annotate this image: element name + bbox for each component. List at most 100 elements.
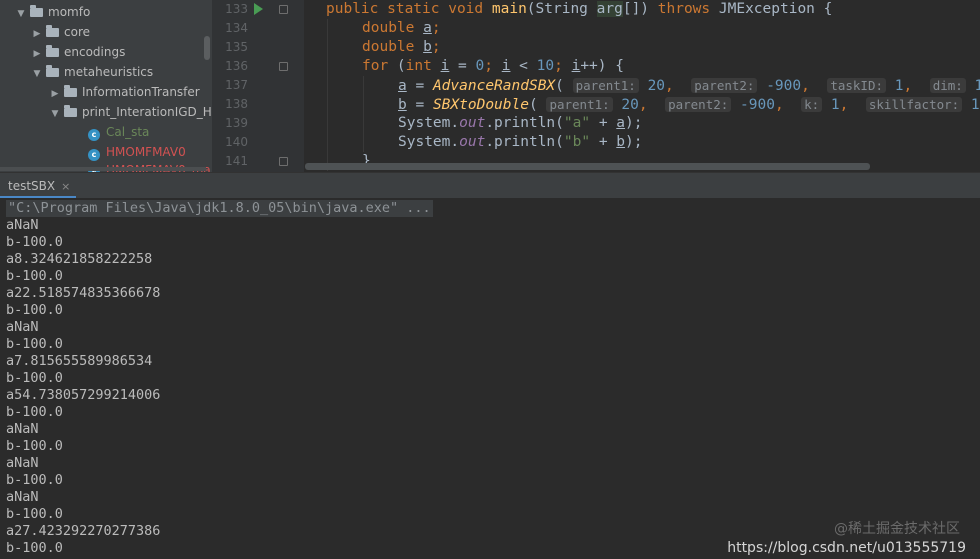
code-token: (	[528, 97, 547, 113]
code-token: ,	[903, 78, 930, 94]
code-token: +	[590, 115, 617, 131]
chevron-right-icon[interactable]: ▶	[30, 24, 44, 44]
code-token: (	[555, 78, 573, 94]
tree-scrollbar[interactable]	[204, 36, 210, 60]
folder-icon	[46, 45, 59, 57]
console-output-line: a22.518574835366678	[6, 285, 161, 301]
console-output-line: a7.815655589986534	[6, 353, 153, 369]
code-token: 1	[822, 97, 840, 113]
class-icon: c	[88, 129, 100, 141]
tree-item-label: InformationTransfer	[82, 85, 200, 99]
tree-item-core[interactable]: ▶ core	[30, 22, 90, 42]
chevron-down-icon[interactable]: ▼	[48, 104, 62, 124]
parameter-hint: skillfactor:	[865, 97, 963, 112]
code-token: ,	[839, 97, 866, 113]
code-token: =	[449, 58, 476, 74]
code-token: -900	[757, 78, 802, 94]
code-token: JMException {	[710, 1, 833, 17]
line-number: 139	[225, 116, 248, 130]
parameter-hint: parent1:	[546, 97, 613, 112]
console-output-line: aNaN	[6, 319, 39, 335]
code-token: ++) {	[580, 58, 624, 74]
code-token: 20	[638, 78, 666, 94]
editor-horizontal-scrollbar[interactable]	[305, 163, 870, 170]
code-token: =	[406, 97, 433, 113]
fold-marker-icon[interactable]	[279, 5, 288, 14]
code-token: ,	[801, 78, 828, 94]
fold-marker-icon[interactable]	[279, 157, 288, 166]
tree-item-encodings[interactable]: ▶ encodings	[30, 42, 125, 62]
tree-item-metaheuristics[interactable]: ▼ metaheuristics	[30, 62, 153, 82]
chevron-right-icon[interactable]: ▶	[30, 44, 44, 64]
code-token: ,	[665, 78, 692, 94]
code-token: ,	[774, 97, 802, 113]
code-line-137: a = AdvanceRandSBX( parent1: 20, parent2…	[398, 76, 980, 95]
parameter-hint: parent1:	[572, 78, 639, 93]
fold-marker-icon[interactable]	[279, 62, 288, 71]
tree-item-cal-sta[interactable]: c Cal_sta	[88, 122, 149, 142]
folder-icon	[64, 105, 77, 117]
code-token: (	[396, 58, 406, 74]
chevron-down-icon[interactable]: ▼	[30, 64, 44, 84]
code-line-134: double a;	[362, 19, 441, 38]
code-token: a	[616, 115, 626, 131]
code-token: 1	[974, 78, 980, 94]
run-console[interactable]: "C:\Program Files\Java\jdk1.8.0_05\bin\j…	[0, 198, 980, 559]
indent-guide	[363, 76, 364, 152]
indent-guide	[327, 19, 328, 171]
console-output-line: aNaN	[6, 421, 39, 437]
console-output-line: aNaN	[6, 489, 39, 505]
code-token: 1	[962, 97, 980, 113]
code-line-136: for (int i = 0; i < 10; i++) {	[362, 57, 624, 76]
run-gutter-icon[interactable]	[254, 3, 263, 15]
console-output-line: b-100.0	[6, 472, 63, 488]
code-token: public static void	[326, 1, 492, 17]
code-token: b	[423, 39, 432, 55]
code-token: double	[362, 39, 424, 55]
watermark: https://blog.csdn.net/u013555719	[727, 540, 966, 556]
code-token: .println(	[485, 115, 564, 131]
code-token: for	[362, 58, 397, 74]
code-token: ;	[431, 20, 441, 36]
code-token: <	[510, 58, 537, 74]
line-number: 135	[225, 40, 248, 54]
code-token: out	[459, 115, 486, 131]
console-output-line: b-100.0	[6, 370, 63, 386]
console-output-line: b-100.0	[6, 302, 63, 318]
folder-icon	[46, 65, 59, 77]
code-token: b	[616, 134, 626, 150]
parameter-hint: taskID:	[827, 78, 887, 93]
line-number: 133	[225, 2, 248, 16]
console-output-line: b-100.0	[6, 268, 63, 284]
code-token: main	[491, 1, 527, 17]
tree-horizontal-scrollbar[interactable]	[0, 167, 206, 171]
code-token: .println(	[485, 134, 564, 150]
console-output-line: b-100.0	[6, 506, 63, 522]
code-editor[interactable]: public static void main(String arg[]) th…	[304, 0, 980, 172]
tree-item-label: print_InterationIGD_HI	[82, 105, 212, 119]
console-output-line: aNaN	[6, 217, 39, 233]
code-token: +	[590, 134, 617, 150]
console-output-line: b-100.0	[6, 540, 63, 556]
tree-item-informationtransfer[interactable]: ▶ InformationTransfer	[48, 82, 200, 102]
close-icon[interactable]: ×	[61, 180, 70, 193]
folder-icon	[30, 5, 43, 17]
tree-item-momfo[interactable]: ▼ momfo	[14, 2, 90, 22]
line-number: 134	[225, 21, 248, 35]
code-token: 0	[475, 58, 485, 74]
code-line-133: public static void main(String arg[]) th…	[326, 0, 832, 19]
code-token: ;	[484, 58, 502, 74]
console-output-line: aNaN	[6, 455, 39, 471]
code-token: (String	[526, 1, 597, 17]
run-command-line[interactable]: "C:\Program Files\Java\jdk1.8.0_05\bin\j…	[6, 200, 433, 217]
code-token: 1	[886, 78, 904, 94]
code-token: out	[459, 134, 486, 150]
project-tree: ▼ momfo ▶ core ▶ encodings ▼ metaheuristics …	[0, 0, 212, 172]
console-output-line: b-100.0	[6, 438, 63, 454]
chevron-down-icon[interactable]: ▼	[14, 4, 28, 24]
tree-item-print-interationigd[interactable]: ▼ print_InterationIGD_HI	[48, 102, 212, 122]
code-token: );	[625, 115, 643, 131]
code-token: throws	[657, 1, 711, 17]
tree-item-hmomfmav0[interactable]: c HMOMFMAV0	[88, 142, 186, 162]
chevron-right-icon[interactable]: ▶	[48, 84, 62, 104]
